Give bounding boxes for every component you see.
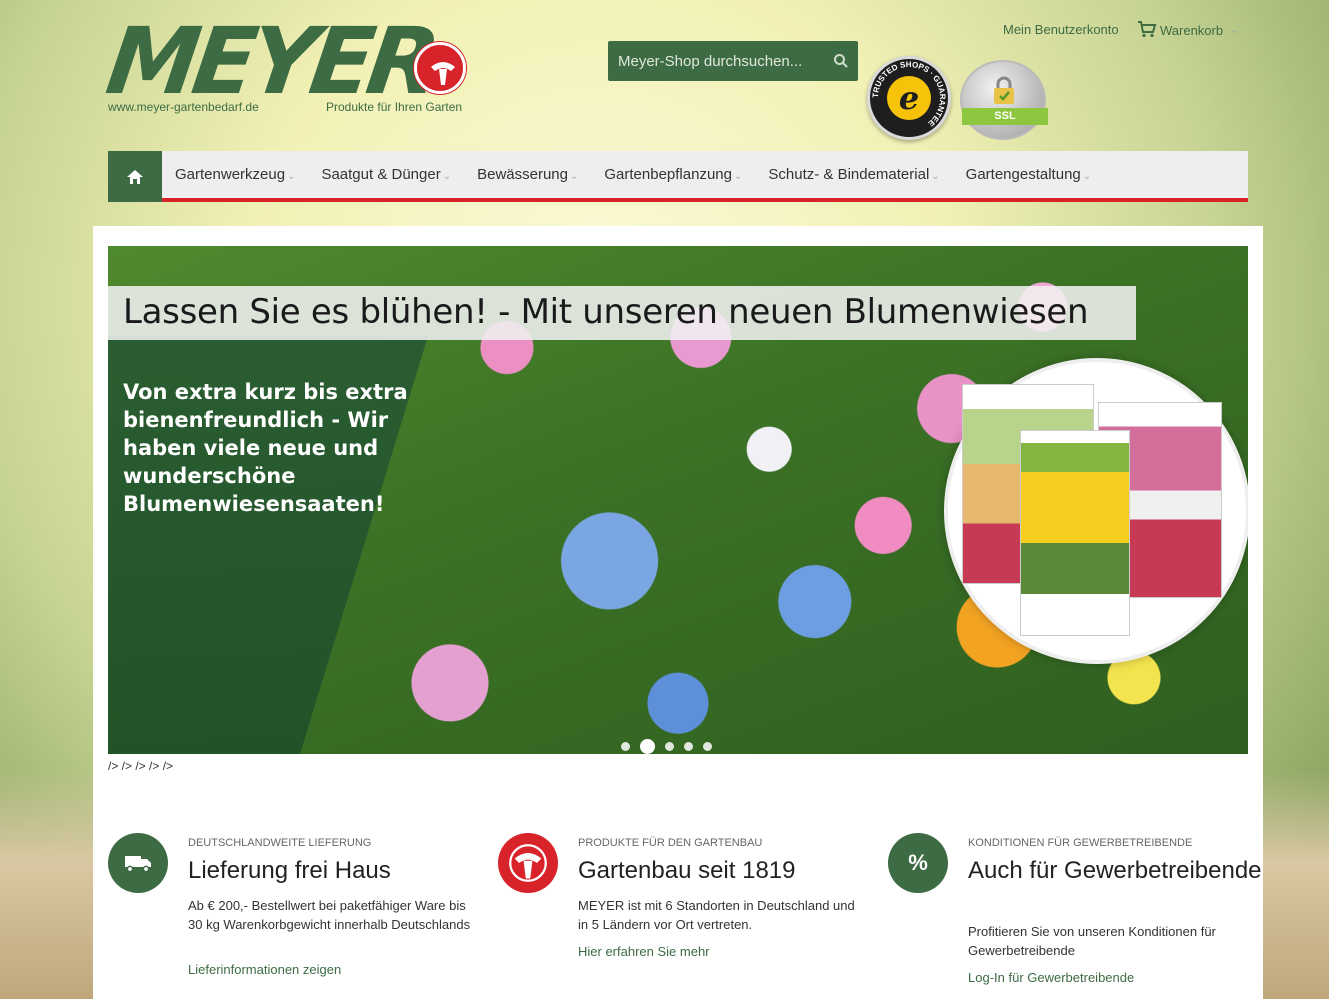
search-icon[interactable] — [824, 53, 858, 69]
feature-title: Auch für Gewerbetreibende — [968, 857, 1262, 884]
ssl-badge[interactable]: SSL — [960, 60, 1048, 140]
account-link[interactable]: Mein Benutzerkonto — [1003, 22, 1119, 37]
svg-text:TRUSTED SHOPS · GUARANTEE: TRUSTED SHOPS · GUARANTEE — [871, 60, 947, 129]
feature-text: Profitieren Sie von unseren Konditionen … — [968, 924, 1216, 958]
chevron-down-icon: ⌄ — [287, 170, 296, 182]
stray-markup-text: /> /> /> /> /> — [108, 759, 174, 773]
nav-item-gartenwerkzeug[interactable]: Gartenwerkzeug ⌄ — [162, 166, 308, 183]
logo-emblem-icon — [414, 42, 466, 94]
product-box-bienen — [1020, 430, 1130, 636]
feature-text: Ab € 200,- Bestellwert bei paketfähiger … — [188, 898, 471, 932]
truck-icon — [108, 833, 168, 893]
hero-slider[interactable]: Lassen Sie es blühen! - Mit unseren neue… — [108, 246, 1248, 754]
ssl-label: SSL — [962, 108, 1048, 125]
slider-subtext: Von extra kurz bis extra bienenfreundlic… — [123, 380, 408, 516]
cart-link[interactable]: Warenkorb ⌄ — [1137, 20, 1239, 41]
slider-dot-active[interactable] — [640, 739, 655, 754]
chevron-down-icon: ⌄ — [931, 170, 940, 182]
logo-wordmark: MEYER — [100, 8, 441, 115]
logo-claim: Produkte für Ihren Garten — [326, 100, 463, 114]
cart-icon — [1137, 20, 1157, 41]
business-login-link[interactable]: Log-In für Gewerbetreibende — [968, 970, 1134, 985]
nav-item-bewaesserung[interactable]: Bewässerung ⌄ — [464, 166, 591, 183]
search-bar — [608, 41, 858, 81]
slider-dot[interactable] — [703, 742, 712, 751]
home-button[interactable] — [108, 151, 162, 202]
meyer-logo-icon — [498, 833, 558, 893]
trusted-shops-badge[interactable]: TRUSTED SHOPS · GUARANTEE e — [867, 56, 951, 140]
slider-headline: Lassen Sie es blühen! - Mit unseren neue… — [123, 292, 1089, 332]
site-logo[interactable]: MEYER www.meyer-gartenbedarf.de Produkte… — [101, 8, 468, 132]
delivery-info-link[interactable]: Lieferinformationen zeigen — [188, 962, 341, 977]
slider-dot[interactable] — [621, 742, 630, 751]
trusted-shops-ring: TRUSTED SHOPS · GUARANTEE — [871, 60, 947, 129]
chevron-down-icon: ⌄ — [1082, 170, 1092, 182]
feature-title: Gartenbau seit 1819 — [578, 857, 796, 884]
cart-label: Warenkorb — [1160, 23, 1224, 38]
feature-kicker: DEUTSCHLANDWEITE LIEFERUNG — [188, 837, 372, 849]
nav-item-gartenbepflanzung[interactable]: Gartenbepflanzung ⌄ — [591, 166, 755, 183]
nav-item-schutz[interactable]: Schutz- & Bindematerial ⌄ — [755, 166, 952, 183]
feature-title: Lieferung frei Haus — [188, 857, 391, 884]
feature-kicker: KONDITIONEN FÜR GEWERBETREIBENDE — [968, 837, 1193, 849]
slider-pagination — [621, 739, 712, 754]
chevron-down-icon: ⌄ — [1230, 25, 1239, 36]
slider-dot[interactable] — [665, 742, 674, 751]
chevron-down-icon: ⌄ — [442, 170, 452, 182]
search-input[interactable] — [608, 52, 824, 70]
chevron-down-icon: ⌄ — [569, 170, 579, 182]
lock-icon — [994, 76, 1014, 104]
nav-item-gartengestaltung[interactable]: Gartengestaltung ⌄ — [953, 166, 1104, 183]
slider-dot[interactable] — [684, 742, 693, 751]
percent-icon: % — [888, 833, 948, 893]
nav-item-saatgut[interactable]: Saatgut & Dünger ⌄ — [308, 166, 464, 183]
learn-more-link[interactable]: Hier erfahren Sie mehr — [578, 944, 710, 959]
chevron-down-icon: ⌄ — [733, 170, 743, 182]
home-icon — [127, 169, 143, 184]
main-navigation: Gartenwerkzeug ⌄ Saatgut & Dünger ⌄ Bewäss… — [108, 151, 1248, 202]
logo-url: www.meyer-gartenbedarf.de — [108, 100, 259, 114]
feature-text: MEYER ist mit 6 Standorten in Deutschlan… — [578, 898, 855, 932]
feature-kicker: PRODUKTE FÜR DEN GARTENBAU — [578, 837, 763, 849]
